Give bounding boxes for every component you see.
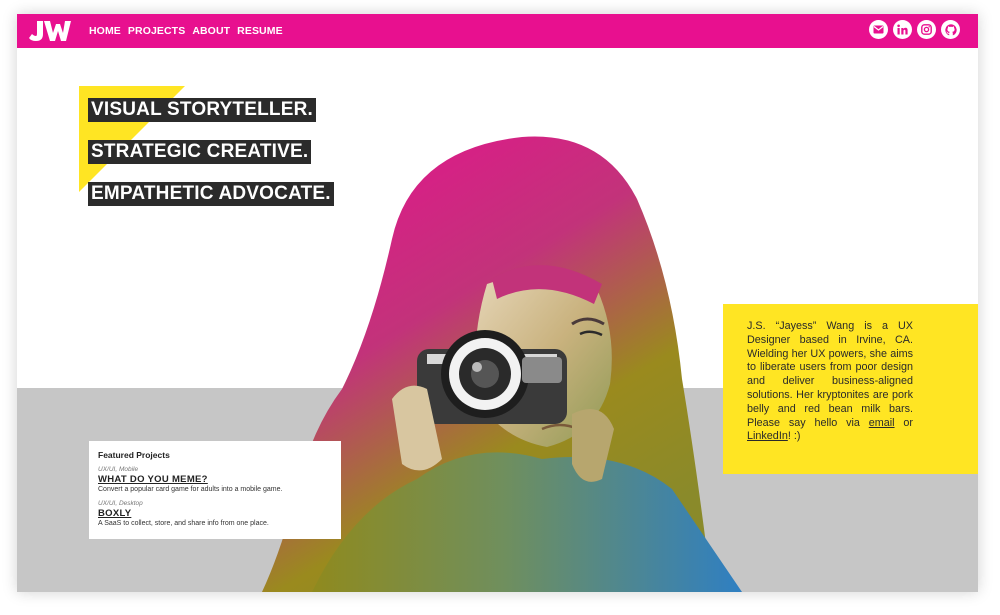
top-navbar: HOME PROJECTS ABOUT RESUME xyxy=(17,14,978,48)
social-links xyxy=(864,20,960,39)
project-category: UX/UI, Desktop xyxy=(98,500,143,507)
jw-logo[interactable] xyxy=(29,19,71,43)
tagline-2: STRATEGIC CREATIVE. xyxy=(88,140,312,164)
project-item: UX/UI, Desktop BOXLY A SaaS to collect, … xyxy=(98,500,338,528)
nav-about[interactable]: ABOUT xyxy=(192,25,230,37)
browser-frame: HOME PROJECTS ABOUT RESUME VISUAL STORYT… xyxy=(17,14,978,592)
hero-taglines: VISUAL STORYTELLER. STRATEGIC CREATIVE. … xyxy=(79,86,379,206)
project-link[interactable]: BOXLY xyxy=(98,508,338,519)
project-link[interactable]: WHAT DO YOU MEME? xyxy=(98,474,338,485)
about-text-part-2: or xyxy=(894,416,913,429)
nav-home[interactable]: HOME xyxy=(89,25,121,37)
main-nav: HOME PROJECTS ABOUT RESUME xyxy=(89,14,290,48)
instagram-icon[interactable] xyxy=(917,20,936,39)
about-text-part-3: ! :) xyxy=(787,430,801,443)
github-icon[interactable] xyxy=(941,20,960,39)
project-category: UX/UI, Mobile xyxy=(98,466,139,473)
nav-projects[interactable]: PROJECTS xyxy=(128,25,185,37)
about-text: J.S. “Jayess” Wang is a UX Designer base… xyxy=(747,320,913,444)
project-description: A SaaS to collect, store, and share info… xyxy=(98,520,269,527)
email-link[interactable]: email xyxy=(869,417,895,429)
about-text-part-1: J.S. “Jayess” Wang is a UX Designer base… xyxy=(747,320,913,429)
linkedin-icon[interactable] xyxy=(893,20,912,39)
tagline-3: EMPATHETIC ADVOCATE. xyxy=(88,182,334,206)
nav-resume[interactable]: RESUME xyxy=(237,25,283,37)
project-description: Convert a popular card game for adults i… xyxy=(98,486,283,493)
featured-projects-card: Featured Projects UX/UI, Mobile WHAT DO … xyxy=(89,441,341,539)
about-card: J.S. “Jayess” Wang is a UX Designer base… xyxy=(723,304,978,474)
project-item: UX/UI, Mobile WHAT DO YOU MEME? Convert … xyxy=(98,466,338,494)
featured-projects-title: Featured Projects xyxy=(98,450,170,460)
linkedin-link[interactable]: LinkedIn xyxy=(747,430,788,442)
tagline-1: VISUAL STORYTELLER. xyxy=(88,98,316,122)
mail-icon[interactable] xyxy=(869,20,888,39)
